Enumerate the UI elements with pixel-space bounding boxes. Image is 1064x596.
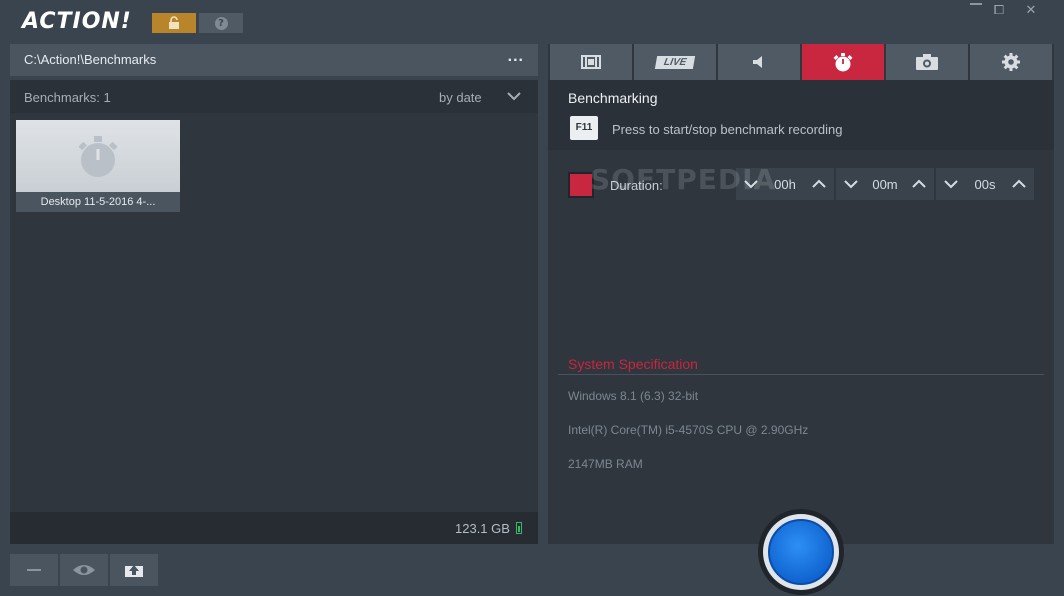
hours-value: 00h [774,176,796,192]
chevron-up-icon[interactable] [810,178,828,190]
tab-benchmark[interactable] [802,44,884,80]
benchmark-header: Benchmarking F11 Press to start/stop ben… [548,80,1054,150]
system-cpu: Intel(R) Core(TM) i5-4570S CPU @ 2.90GHz [568,423,809,437]
section-title: Benchmarking [568,90,658,106]
record-icon [768,519,834,585]
storage-bar: 123.1 GB [10,512,538,544]
export-button[interactable] [110,554,158,586]
folder-path: C:\Action!\Benchmarks [24,52,157,67]
settings-panel: LIVE Benchmarking F11 Press to start/sto… [548,44,1054,544]
film-icon [581,55,601,69]
camera-icon [916,54,938,70]
hotkey-hint: Press to start/stop benchmark recording [612,122,843,137]
hotkey-field[interactable]: F11 [570,116,598,140]
tab-settings[interactable] [970,44,1052,80]
record-button[interactable] [758,509,844,595]
eye-icon [73,565,95,575]
sort-dropdown[interactable]: by date [439,90,482,105]
gear-icon [1002,53,1020,71]
seconds-stepper[interactable]: 00s [936,168,1034,200]
benchmark-list-panel: Benchmarks: 1 by date Desktop 11-5-2016 … [10,80,538,544]
delete-button[interactable] [10,554,58,586]
tab-audio[interactable] [718,44,800,80]
chevron-down-icon[interactable] [842,178,860,190]
help-icon: ? [214,16,228,30]
chevron-up-icon[interactable] [1010,178,1028,190]
app-logo: ACTION! [22,9,132,34]
list-item-label: Desktop 11-5-2016 4-... [16,192,180,212]
system-ram: 2147MB RAM [568,457,643,471]
preview-button[interactable] [60,554,108,586]
speaker-icon [753,56,762,68]
stopwatch-icon [78,136,118,177]
close-button[interactable]: ✕ [1020,2,1042,20]
live-icon: LIVE [654,55,696,69]
help-button[interactable]: ? [199,13,243,33]
divider [558,374,1044,375]
minutes-value: 00m [872,176,898,192]
browse-folder-button[interactable]: ... [508,48,524,66]
stopwatch-icon [833,53,853,72]
path-bar: C:\Action!\Benchmarks ... [10,44,538,76]
lock-button[interactable] [152,13,196,33]
system-spec-title: System Specification [568,356,698,372]
minus-icon [27,569,41,571]
record-button-ring [763,514,839,590]
tab-screenshot[interactable] [886,44,968,80]
minimize-icon[interactable] [970,3,982,5]
storage-icon [516,522,522,534]
seconds-value: 00s [974,176,996,192]
benchmark-count: Benchmarks: 1 [24,90,111,105]
list-item[interactable]: Desktop 11-5-2016 4-... [16,120,180,212]
list-header: Benchmarks: 1 by date [10,80,538,113]
tab-video[interactable] [550,44,632,80]
chevron-down-icon[interactable] [504,89,524,103]
restore-button[interactable]: ⧠ [988,2,1010,20]
free-space: 123.1 GB [455,521,510,536]
lock-icon [169,16,179,29]
system-os: Windows 8.1 (6.3) 32-bit [568,389,699,403]
chevron-down-icon[interactable] [942,178,960,190]
tab-live[interactable]: LIVE [634,44,716,80]
watermark: SOFTPEDIA [590,163,777,196]
chevron-up-icon[interactable] [910,178,928,190]
minutes-stepper[interactable]: 00m [836,168,934,200]
upload-icon [125,565,143,577]
